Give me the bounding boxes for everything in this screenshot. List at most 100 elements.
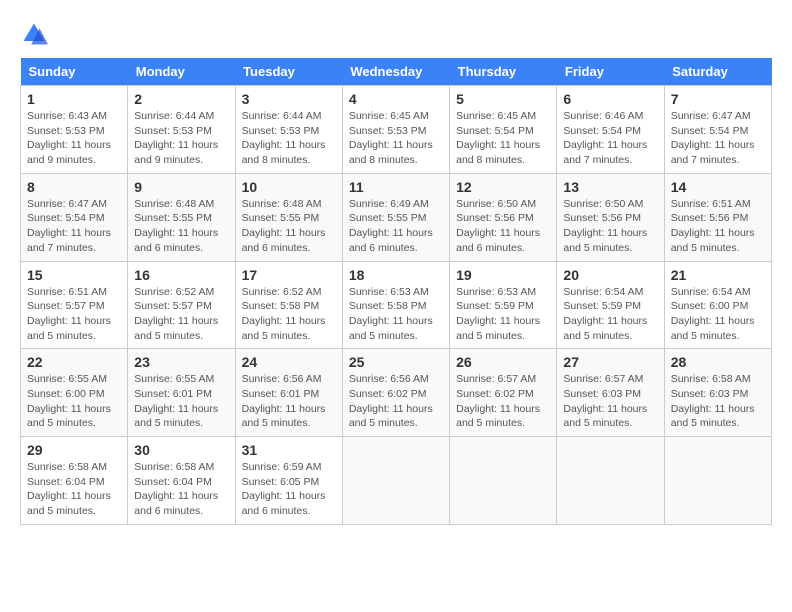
day-cell-11: 11 Sunrise: 6:49 AMSunset: 5:55 PMDayligh… bbox=[342, 173, 449, 261]
day-number: 13 bbox=[563, 179, 657, 195]
day-cell-28: 28 Sunrise: 6:58 AMSunset: 6:03 PMDayligh… bbox=[664, 349, 771, 437]
day-cell-21: 21 Sunrise: 6:54 AMSunset: 6:00 PMDayligh… bbox=[664, 261, 771, 349]
day-info: Sunrise: 6:59 AMSunset: 6:05 PMDaylight:… bbox=[242, 460, 336, 519]
calendar-week-4: 22 Sunrise: 6:55 AMSunset: 6:00 PMDayligh… bbox=[21, 349, 772, 437]
header-cell-wednesday: Wednesday bbox=[342, 58, 449, 86]
day-info: Sunrise: 6:55 AMSunset: 6:01 PMDaylight:… bbox=[134, 372, 228, 431]
day-info: Sunrise: 6:50 AMSunset: 5:56 PMDaylight:… bbox=[563, 197, 657, 256]
logo bbox=[20, 20, 50, 48]
day-cell-12: 12Sunrise: 6:50 AMSunset: 5:56 PMDayligh… bbox=[450, 173, 557, 261]
day-cell-22: 22 Sunrise: 6:55 AMSunset: 6:00 PMDayligh… bbox=[21, 349, 128, 437]
day-cell-29: 29Sunrise: 6:58 AMSunset: 6:04 PMDayligh… bbox=[21, 437, 128, 525]
day-number: 19 bbox=[456, 267, 550, 283]
calendar-table: SundayMondayTuesdayWednesdayThursdayFrid… bbox=[20, 58, 772, 525]
day-cell-17: 17 Sunrise: 6:52 AMSunset: 5:58 PMDayligh… bbox=[235, 261, 342, 349]
day-number: 25 bbox=[349, 354, 443, 370]
day-info: Sunrise: 6:55 AMSunset: 6:00 PMDaylight:… bbox=[27, 372, 121, 431]
empty-cell bbox=[450, 437, 557, 525]
day-info: Sunrise: 6:53 AMSunset: 5:58 PMDaylight:… bbox=[349, 285, 443, 344]
day-cell-14: 14 Sunrise: 6:51 AMSunset: 5:56 PMDayligh… bbox=[664, 173, 771, 261]
day-cell-3: 3 Sunrise: 6:44 AMSunset: 5:53 PMDaylight… bbox=[235, 86, 342, 174]
day-cell-18: 18 Sunrise: 6:53 AMSunset: 5:58 PMDayligh… bbox=[342, 261, 449, 349]
day-number: 14 bbox=[671, 179, 765, 195]
header-cell-monday: Monday bbox=[128, 58, 235, 86]
day-info: Sunrise: 6:48 AMSunset: 5:55 PMDaylight:… bbox=[134, 197, 228, 256]
day-number: 20 bbox=[563, 267, 657, 283]
day-info: Sunrise: 6:54 AMSunset: 5:59 PMDaylight:… bbox=[563, 285, 657, 344]
header bbox=[20, 20, 772, 48]
day-number: 24 bbox=[242, 354, 336, 370]
day-number: 30 bbox=[134, 442, 228, 458]
day-info: Sunrise: 6:51 AMSunset: 5:56 PMDaylight:… bbox=[671, 197, 765, 256]
day-number: 26 bbox=[456, 354, 550, 370]
day-info: Sunrise: 6:57 AMSunset: 6:03 PMDaylight:… bbox=[563, 372, 657, 431]
day-info: Sunrise: 6:51 AMSunset: 5:57 PMDaylight:… bbox=[27, 285, 121, 344]
day-number: 22 bbox=[27, 354, 121, 370]
day-number: 11 bbox=[349, 179, 443, 195]
calendar-week-3: 15 Sunrise: 6:51 AMSunset: 5:57 PMDayligh… bbox=[21, 261, 772, 349]
day-info: Sunrise: 6:43 AMSunset: 5:53 PMDaylight:… bbox=[27, 109, 121, 168]
header-cell-friday: Friday bbox=[557, 58, 664, 86]
day-cell-5: 5Sunrise: 6:45 AMSunset: 5:54 PMDaylight… bbox=[450, 86, 557, 174]
header-cell-tuesday: Tuesday bbox=[235, 58, 342, 86]
calendar-week-1: 1 Sunrise: 6:43 AMSunset: 5:53 PMDaylight… bbox=[21, 86, 772, 174]
day-cell-6: 6 Sunrise: 6:46 AMSunset: 5:54 PMDaylight… bbox=[557, 86, 664, 174]
day-info: Sunrise: 6:52 AMSunset: 5:58 PMDaylight:… bbox=[242, 285, 336, 344]
day-number: 27 bbox=[563, 354, 657, 370]
day-cell-10: 10Sunrise: 6:48 AMSunset: 5:55 PMDayligh… bbox=[235, 173, 342, 261]
day-number: 1 bbox=[27, 91, 121, 107]
page-container: SundayMondayTuesdayWednesdayThursdayFrid… bbox=[20, 20, 772, 525]
day-number: 17 bbox=[242, 267, 336, 283]
day-cell-9: 9 Sunrise: 6:48 AMSunset: 5:55 PMDaylight… bbox=[128, 173, 235, 261]
day-number: 23 bbox=[134, 354, 228, 370]
calendar-week-5: 29 Sunrise: 6:58 AMSunset: 6:04 PMDayligh… bbox=[21, 437, 772, 525]
day-number: 28 bbox=[671, 354, 765, 370]
day-number: 31 bbox=[242, 442, 336, 458]
day-info: Sunrise: 6:45 AMSunset: 5:54 PMDaylight:… bbox=[456, 109, 550, 168]
day-number: 4 bbox=[349, 91, 443, 107]
logo-icon bbox=[20, 20, 48, 48]
day-info: Sunrise: 6:58 AMSunset: 6:03 PMDaylight:… bbox=[671, 372, 765, 431]
empty-cell bbox=[557, 437, 664, 525]
day-info: Sunrise: 6:50 AMSunset: 5:56 PMDaylight:… bbox=[456, 197, 550, 256]
day-cell-26: 26 Sunrise: 6:57 AMSunset: 6:02 PMDayligh… bbox=[450, 349, 557, 437]
day-number: 15 bbox=[27, 267, 121, 283]
header-cell-thursday: Thursday bbox=[450, 58, 557, 86]
empty-cell bbox=[342, 437, 449, 525]
day-cell-4: 4Sunrise: 6:45 AMSunset: 5:53 PMDaylight… bbox=[342, 86, 449, 174]
day-number: 29 bbox=[27, 442, 121, 458]
day-number: 21 bbox=[671, 267, 765, 283]
day-info: Sunrise: 6:52 AMSunset: 5:57 PMDaylight:… bbox=[134, 285, 228, 344]
day-number: 6 bbox=[563, 91, 657, 107]
day-cell-13: 13 Sunrise: 6:50 AMSunset: 5:56 PMDayligh… bbox=[557, 173, 664, 261]
day-cell-23: 23 Sunrise: 6:55 AMSunset: 6:01 PMDayligh… bbox=[128, 349, 235, 437]
day-cell-30: 30 Sunrise: 6:58 AMSunset: 6:04 PMDayligh… bbox=[128, 437, 235, 525]
day-info: Sunrise: 6:49 AMSunset: 5:55 PMDaylight:… bbox=[349, 197, 443, 256]
header-cell-sunday: Sunday bbox=[21, 58, 128, 86]
day-info: Sunrise: 6:46 AMSunset: 5:54 PMDaylight:… bbox=[563, 109, 657, 168]
day-cell-16: 16 Sunrise: 6:52 AMSunset: 5:57 PMDayligh… bbox=[128, 261, 235, 349]
header-row: SundayMondayTuesdayWednesdayThursdayFrid… bbox=[21, 58, 772, 86]
day-number: 16 bbox=[134, 267, 228, 283]
day-info: Sunrise: 6:56 AMSunset: 6:01 PMDaylight:… bbox=[242, 372, 336, 431]
day-cell-27: 27 Sunrise: 6:57 AMSunset: 6:03 PMDayligh… bbox=[557, 349, 664, 437]
day-number: 18 bbox=[349, 267, 443, 283]
day-info: Sunrise: 6:53 AMSunset: 5:59 PMDaylight:… bbox=[456, 285, 550, 344]
day-cell-19: 19 Sunrise: 6:53 AMSunset: 5:59 PMDayligh… bbox=[450, 261, 557, 349]
day-info: Sunrise: 6:47 AMSunset: 5:54 PMDaylight:… bbox=[27, 197, 121, 256]
day-number: 9 bbox=[134, 179, 228, 195]
day-info: Sunrise: 6:58 AMSunset: 6:04 PMDaylight:… bbox=[134, 460, 228, 519]
day-cell-25: 25Sunrise: 6:56 AMSunset: 6:02 PMDayligh… bbox=[342, 349, 449, 437]
calendar-week-2: 8Sunrise: 6:47 AMSunset: 5:54 PMDaylight… bbox=[21, 173, 772, 261]
day-number: 3 bbox=[242, 91, 336, 107]
day-cell-20: 20 Sunrise: 6:54 AMSunset: 5:59 PMDayligh… bbox=[557, 261, 664, 349]
day-info: Sunrise: 6:44 AMSunset: 5:53 PMDaylight:… bbox=[242, 109, 336, 168]
empty-cell bbox=[664, 437, 771, 525]
day-cell-7: 7Sunrise: 6:47 AMSunset: 5:54 PMDaylight… bbox=[664, 86, 771, 174]
day-cell-1: 1 Sunrise: 6:43 AMSunset: 5:53 PMDaylight… bbox=[21, 86, 128, 174]
day-info: Sunrise: 6:48 AMSunset: 5:55 PMDaylight:… bbox=[242, 197, 336, 256]
day-info: Sunrise: 6:54 AMSunset: 6:00 PMDaylight:… bbox=[671, 285, 765, 344]
day-info: Sunrise: 6:57 AMSunset: 6:02 PMDaylight:… bbox=[456, 372, 550, 431]
day-info: Sunrise: 6:44 AMSunset: 5:53 PMDaylight:… bbox=[134, 109, 228, 168]
day-cell-2: 2Sunrise: 6:44 AMSunset: 5:53 PMDaylight… bbox=[128, 86, 235, 174]
